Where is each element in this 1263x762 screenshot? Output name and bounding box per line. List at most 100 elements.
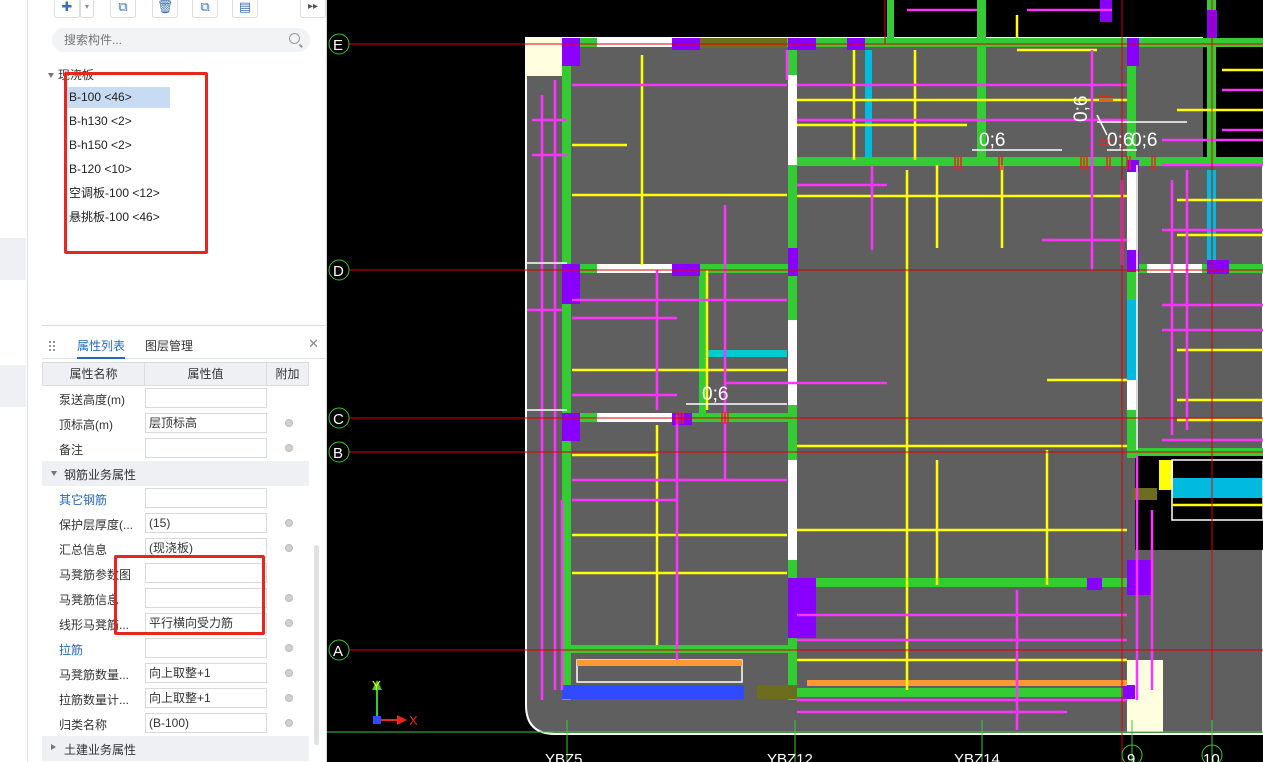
beam-orange [807, 680, 1127, 686]
ucs-icon: Y X [372, 678, 418, 728]
import-icon[interactable]: ▤ [232, 0, 258, 18]
void-area [1135, 455, 1263, 550]
property-value[interactable] [145, 638, 267, 658]
component-toolbar: ✚ ▾ ⧉ 🗑 ⧉ ▤ ▸▸ [44, 0, 327, 20]
axis-label: YBZ14 [954, 751, 1000, 762]
new-icon[interactable]: ✚ [54, 0, 80, 18]
property-name: 汇总信息 [59, 543, 108, 557]
beam-olive [757, 685, 797, 699]
dim-label: 0;6 [979, 130, 1005, 151]
extra-checkbox[interactable] [285, 519, 293, 527]
property-name: 顶标高(m) [59, 418, 113, 432]
column-header-extra: 附加 [275, 367, 300, 381]
column-header-name: 属性名称 [43, 363, 145, 385]
property-section[interactable]: 土建业务属性 [42, 736, 309, 761]
property-row: 拉筋 [42, 636, 309, 661]
property-section[interactable]: 钢筋业务属性 [42, 461, 309, 486]
extra-checkbox[interactable] [285, 669, 293, 677]
extra-checkbox[interactable] [285, 619, 293, 627]
extra-checkbox[interactable] [285, 694, 293, 702]
copy-icon[interactable]: ⧉ [110, 0, 136, 18]
property-scrollbar[interactable] [314, 545, 319, 745]
axis-label: A [333, 643, 343, 660]
beam-cyan [865, 50, 872, 157]
beam-cyan [1172, 478, 1263, 498]
highlight-box-props [114, 555, 265, 635]
search-input[interactable] [64, 31, 264, 49]
property-value[interactable] [145, 438, 267, 458]
dim-label: 0;6 [1131, 130, 1157, 151]
property-row: 归类名称 (B-100) [42, 711, 309, 736]
property-row: 顶标高(m) 层顶标高 [42, 411, 309, 436]
beam-olive [700, 38, 787, 48]
property-name: 保护层厚度(... [59, 518, 133, 532]
property-value[interactable]: 向上取整+1 [145, 663, 267, 683]
property-row: 拉筋数量计... 向上取整+1 [42, 686, 309, 711]
delete-icon[interactable]: 🗑 [152, 0, 178, 18]
dropdown-icon[interactable]: ▾ [80, 0, 94, 18]
more-icon[interactable]: ▸▸ [300, 0, 326, 18]
property-name: 拉筋数量计... [59, 693, 130, 707]
property-value[interactable] [145, 388, 267, 408]
property-row: 其它钢筋 [42, 486, 309, 511]
property-name: 马凳筋信息 [59, 593, 120, 607]
section-title: 钢筋业务属性 [64, 468, 137, 482]
beam-cyan [1127, 300, 1137, 380]
section-expand-icon[interactable] [51, 744, 56, 750]
tab-layer-management[interactable]: 图层管理 [145, 337, 193, 359]
left-strip-selection-2[interactable] [0, 365, 26, 407]
floor-plan-svg: 0;6 0;6 0;6 0;6 0;6 E D C B A YBZ5 YBZ12… [327, 0, 1263, 762]
extra-checkbox[interactable] [285, 544, 293, 552]
search-icon[interactable] [289, 33, 300, 44]
left-strip-selection[interactable] [0, 238, 26, 280]
copy-floor-icon[interactable]: ⧉ [192, 0, 218, 18]
highlight-box-tree [64, 72, 208, 254]
beam-yellow [1159, 460, 1173, 490]
beam-blue [562, 685, 744, 699]
property-value[interactable]: 向上取整+1 [145, 688, 267, 708]
axis-label: 9 [1127, 751, 1135, 762]
axis-label: C [333, 411, 344, 428]
axis-label: E [333, 37, 343, 54]
panel-divider [42, 325, 327, 326]
axis-label: B [333, 445, 343, 462]
property-value[interactable]: (15) [145, 513, 267, 533]
property-row: 保护层厚度(... (15) [42, 511, 309, 536]
drawing-canvas[interactable]: 0;6 0;6 0;6 0;6 0;6 E D C B A YBZ5 YBZ12… [327, 0, 1263, 762]
close-icon[interactable]: ✕ [308, 336, 319, 352]
property-grid-header: 属性名称 属性值 附加 [42, 362, 309, 386]
search-box[interactable] [52, 28, 310, 52]
axis-label: YBZ12 [767, 751, 813, 762]
extra-checkbox[interactable] [285, 719, 293, 727]
axis-label: YBZ5 [545, 751, 583, 762]
property-name-link[interactable]: 拉筋 [59, 641, 83, 658]
extra-checkbox[interactable] [285, 594, 293, 602]
section-collapse-icon[interactable] [51, 471, 57, 476]
property-name: 备注 [59, 443, 84, 457]
property-panel-header: 属性列表 图层管理 ✕ [42, 333, 327, 359]
left-sidebar-strip [0, 0, 28, 762]
axis-label: 10 [1203, 751, 1220, 762]
property-value[interactable]: 层顶标高 [145, 413, 267, 433]
axis-label: D [333, 263, 344, 280]
dim-label: 0;6 [702, 384, 728, 405]
property-name: 马凳筋数量... [59, 668, 130, 682]
dim-label: 0;6 [1071, 96, 1092, 122]
extra-checkbox[interactable] [285, 644, 293, 652]
property-row: 马凳筋数量... 向上取整+1 [42, 661, 309, 686]
drag-handle-icon[interactable] [48, 340, 56, 352]
property-value[interactable] [145, 488, 267, 508]
extra-checkbox[interactable] [285, 419, 293, 427]
extra-checkbox[interactable] [285, 444, 293, 452]
property-name-link[interactable]: 其它钢筋 [59, 491, 107, 508]
beam-orange [577, 660, 742, 666]
section-title: 土建业务属性 [64, 743, 137, 757]
property-row: 泵送高度(m) [42, 386, 309, 411]
property-name: 归类名称 [59, 718, 108, 732]
tree-collapse-icon[interactable] [48, 73, 54, 79]
property-value[interactable]: (B-100) [145, 713, 267, 733]
property-name: 泵送高度(m) [59, 393, 125, 407]
dim-label: 0;6 [1107, 130, 1133, 151]
component-panel: ✚ ▾ ⧉ 🗑 ⧉ ▤ ▸▸ 现浇板 B-100 <46> B-h130 <2>… [28, 0, 327, 762]
tab-property-list[interactable]: 属性列表 [77, 337, 126, 359]
